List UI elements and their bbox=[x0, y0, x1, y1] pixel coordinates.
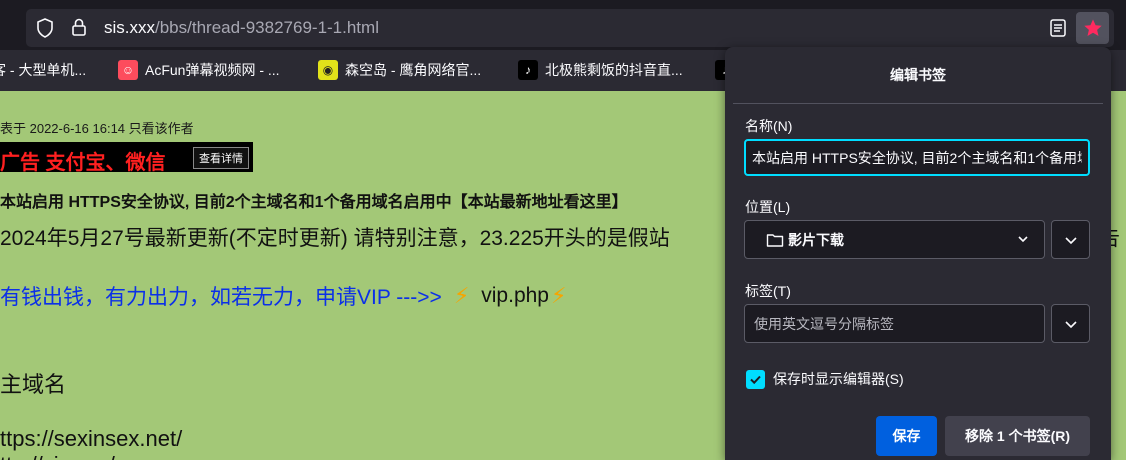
chevron-down-icon bbox=[1018, 236, 1028, 243]
navigation-toolbar: sis.xxx/bbs/thread-9382769-1-1.html bbox=[0, 0, 1126, 50]
tags-field[interactable] bbox=[744, 304, 1045, 343]
site-url-link[interactable]: ttps://sexinsex.net/ bbox=[0, 426, 182, 452]
tags-label: 标签(T) bbox=[745, 283, 791, 299]
bookmark-label: 客 - 大型单机... bbox=[0, 62, 87, 78]
tags-input[interactable] bbox=[745, 305, 1044, 342]
folder-value: 影片下载 bbox=[788, 231, 844, 248]
edit-bookmark-panel: 编辑书签 名称(N) 位置(L) 影片下载 标签(T) 保存时显示编辑器(S) … bbox=[725, 47, 1111, 460]
folder-select[interactable]: 影片下载 bbox=[744, 220, 1045, 259]
ad-banner[interactable]: 广告 支付宝、微信 查看详情 bbox=[0, 142, 253, 174]
bookmark-label: 森空岛 - 鹰角网络官... bbox=[345, 62, 482, 78]
bookmark-item[interactable]: 客 - 大型单机... bbox=[0, 58, 86, 82]
bookmark-name-field[interactable] bbox=[744, 139, 1090, 176]
show-editor-option[interactable]: 保存时显示编辑器(S) bbox=[746, 369, 904, 389]
save-button[interactable]: 保存 bbox=[876, 416, 937, 456]
reader-view-icon[interactable] bbox=[1049, 18, 1067, 43]
url-text[interactable]: sis.xxx/bbs/thread-9382769-1-1.html bbox=[104, 18, 379, 38]
vip-text: 有钱出钱，有力出力，如若无力，申请VIP --->> bbox=[0, 286, 442, 309]
acfun-favicon-icon: ☺ bbox=[118, 60, 138, 80]
bookmark-item-douyin[interactable]: ♪ 北极熊剩饭的抖音直... bbox=[518, 58, 683, 82]
folder-tree-expander-button[interactable] bbox=[1051, 220, 1090, 259]
folder-icon bbox=[766, 233, 784, 247]
skland-favicon-icon: ◉ bbox=[318, 60, 338, 80]
bookmark-item-acfun[interactable]: ☺ AcFun弹幕视频网 - ... bbox=[118, 58, 280, 82]
bookmark-label: AcFun弹幕视频网 - ... bbox=[145, 62, 280, 78]
post-meta: 表于 2022-6-16 16:14 只看该作者 bbox=[0, 121, 194, 136]
vip-link[interactable]: vip.php bbox=[481, 284, 549, 308]
tracking-protection-shield-icon[interactable] bbox=[36, 18, 54, 43]
star-icon bbox=[1083, 19, 1102, 36]
site-url-link-2[interactable]: ttp://sis.xxx/ bbox=[0, 452, 115, 460]
ad-details-badge: 查看详情 bbox=[193, 147, 249, 169]
folder-label: 位置(L) bbox=[745, 199, 791, 215]
panel-divider bbox=[733, 103, 1103, 104]
ad-banner-text: 广告 支付宝、微信 bbox=[0, 152, 166, 174]
address-bar[interactable]: sis.xxx/bbs/thread-9382769-1-1.html bbox=[26, 9, 1114, 47]
site-notice[interactable]: 本站启用 HTTPS安全协议, 目前2个主域名和1个备用域名启用中【本站最新地址… bbox=[0, 188, 628, 212]
vip-line: 有钱出钱，有力出力，如若无力，申请VIP --->> ⚡ vip.php ⚡ bbox=[0, 281, 578, 311]
chevron-down-icon bbox=[1064, 320, 1077, 328]
update-notice: 2024年5月27号最新更新(不定时更新) 请特别注意，23.225开头的是假站 bbox=[0, 227, 670, 250]
tiktok-favicon-icon: ♪ bbox=[518, 60, 538, 80]
bookmark-item-skland[interactable]: ◉ 森空岛 - 鹰角网络官... bbox=[318, 58, 481, 82]
show-editor-checkbox[interactable] bbox=[746, 369, 765, 389]
chevron-down-icon bbox=[1064, 236, 1077, 244]
url-path: /bbs/thread-9382769-1-1.html bbox=[155, 18, 379, 37]
name-label: 名称(N) bbox=[745, 118, 793, 134]
bookmark-star-button[interactable] bbox=[1076, 12, 1109, 44]
url-host: sis.xxx bbox=[104, 18, 155, 37]
lightning-icon: ⚡ bbox=[550, 283, 567, 308]
bookmark-name-input[interactable] bbox=[746, 141, 1088, 174]
checkmark-icon bbox=[750, 375, 761, 384]
show-editor-label: 保存时显示编辑器(S) bbox=[773, 371, 904, 387]
remove-bookmark-button[interactable]: 移除 1 个书签(R) bbox=[945, 416, 1090, 456]
main-domain-heading: 主域名 bbox=[0, 372, 67, 397]
tags-expander-button[interactable] bbox=[1051, 304, 1090, 343]
lightning-icon: ⚡ bbox=[453, 283, 470, 308]
lock-icon[interactable] bbox=[71, 17, 87, 42]
panel-title: 编辑书签 bbox=[890, 67, 946, 83]
bookmark-label: 北极熊剩饭的抖音直... bbox=[545, 62, 683, 78]
